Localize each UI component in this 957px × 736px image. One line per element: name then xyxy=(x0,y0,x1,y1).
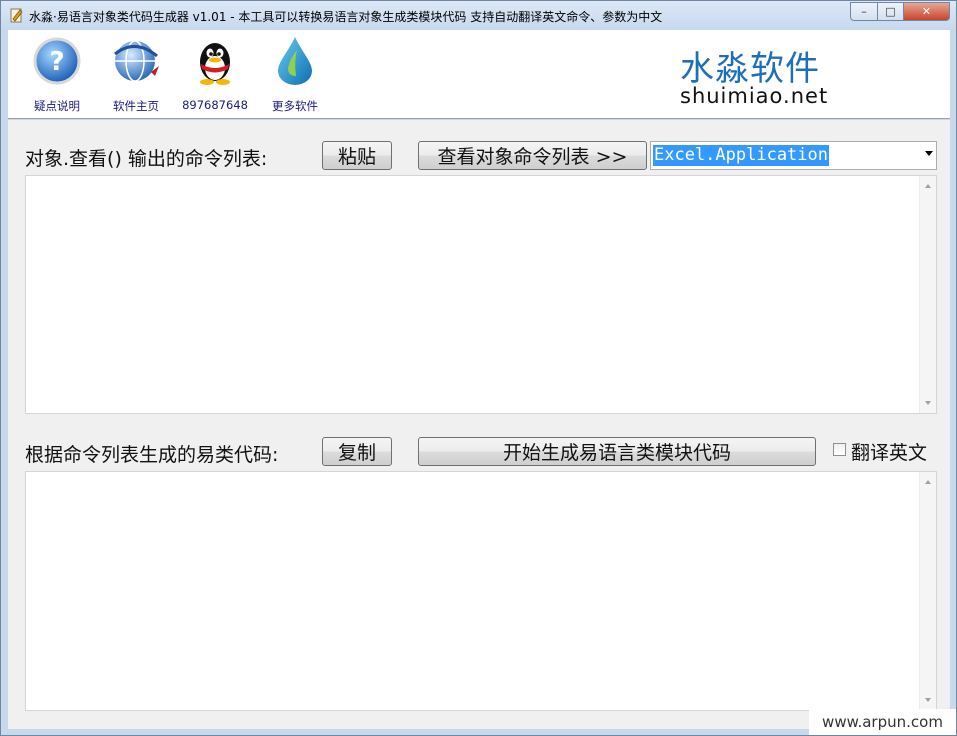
copy-button[interactable]: 复制 xyxy=(322,437,392,466)
window-title: 水淼·易语言对象类代码生成器 v1.01 - 本工具可以转换易语言对象生成类模块… xyxy=(29,10,663,24)
toolbar-item-more-software[interactable]: 更多软件 xyxy=(260,36,330,114)
scroll-up-icon[interactable] xyxy=(925,480,931,484)
paste-button[interactable]: 粘贴 xyxy=(322,141,392,170)
help-question-icon: ? xyxy=(33,37,81,85)
generate-class-module-button[interactable]: 开始生成易语言类模块代码 xyxy=(418,437,816,466)
toolbar-label: 更多软件 xyxy=(272,99,318,113)
scrollbar[interactable] xyxy=(919,472,936,710)
scroll-down-icon[interactable] xyxy=(925,698,931,702)
pencil-icon xyxy=(10,8,23,23)
view-command-list-button[interactable]: 查看对象命令列表 >> xyxy=(418,141,647,170)
toolbar-label: 软件主页 xyxy=(113,99,159,113)
close-button[interactable]: ✕ xyxy=(903,2,950,21)
header-panel: ? 疑点说明 软件主页 897687648 更多软件 水淼软件 shuimiao… xyxy=(8,30,950,119)
toolbar-label: 疑点说明 xyxy=(34,99,80,113)
scroll-up-icon[interactable] xyxy=(925,184,931,188)
qq-number-label: 897687648 xyxy=(182,98,248,112)
watermark: www.arpun.com xyxy=(809,709,956,735)
translate-checkbox[interactable] xyxy=(833,443,846,456)
water-drop-icon xyxy=(278,37,312,85)
app-window: 水淼·易语言对象类代码生成器 v1.01 - 本工具可以转换易语言对象生成类模块… xyxy=(0,0,957,736)
scroll-down-icon[interactable] xyxy=(925,401,931,405)
object-select[interactable]: Excel.Application xyxy=(650,141,937,170)
toolbar-item-qq[interactable]: 897687648 xyxy=(180,36,250,112)
toolbar-item-help[interactable]: ? 疑点说明 xyxy=(22,36,92,114)
maximize-button[interactable]: □ xyxy=(877,2,903,21)
chevron-down-icon[interactable] xyxy=(925,151,933,156)
command-list-textarea[interactable] xyxy=(25,175,937,414)
svg-text:?: ? xyxy=(49,47,64,77)
minimize-button[interactable]: – xyxy=(850,2,877,21)
generated-code-textarea[interactable] xyxy=(25,471,937,711)
translate-checkbox-label[interactable]: 翻译英文 xyxy=(851,438,927,465)
brand-logo-cn: 水淼软件 xyxy=(680,49,820,89)
globe-icon xyxy=(114,40,159,82)
toolbar-item-homepage[interactable]: 软件主页 xyxy=(101,36,171,114)
command-list-label: 对象.查看() 输出的命令列表: xyxy=(25,148,268,170)
scrollbar[interactable] xyxy=(919,176,936,413)
qq-penguin-icon xyxy=(200,43,230,85)
brand-website: shuimiao.net xyxy=(680,84,829,108)
object-select-value: Excel.Application xyxy=(653,145,829,166)
generated-code-label: 根据命令列表生成的易类代码: xyxy=(25,444,279,466)
main-panel: 对象.查看() 输出的命令列表: 粘贴 查看对象命令列表 >> Excel.Ap… xyxy=(8,120,950,729)
title-bar[interactable]: 水淼·易语言对象类代码生成器 v1.01 - 本工具可以转换易语言对象生成类模块… xyxy=(1,1,956,30)
